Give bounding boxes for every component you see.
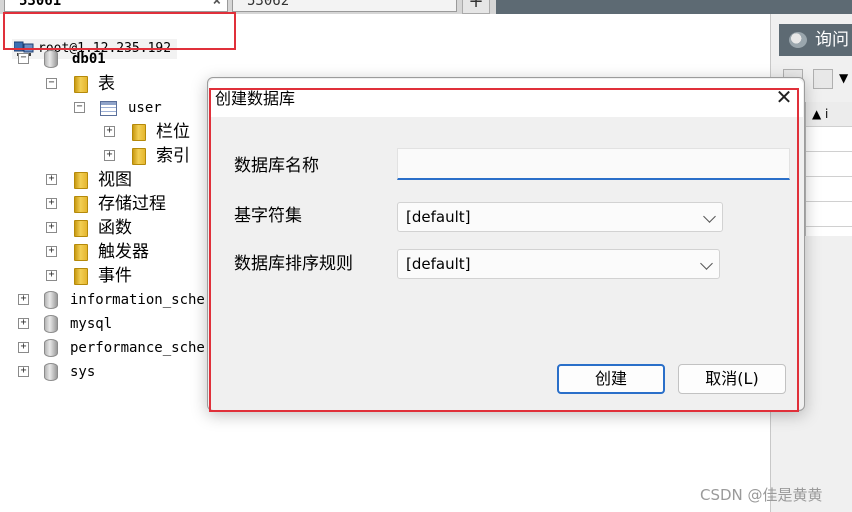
expand-icon[interactable]: + (18, 366, 29, 377)
close-icon[interactable]: × (213, 0, 221, 12)
grid-column-header[interactable]: ▲ i (806, 102, 852, 127)
folder-icon (132, 124, 146, 141)
expand-icon[interactable]: + (18, 318, 29, 329)
tree-node-tables[interactable]: − 表 (46, 73, 226, 95)
collation-label: 数据库排序规则 (234, 254, 353, 274)
query-panel-title: 询问 (815, 30, 849, 50)
folder-icon (74, 220, 88, 237)
folder-icon (132, 148, 146, 165)
tree-node-information-schema[interactable]: + information_sche (18, 289, 208, 311)
expand-icon[interactable]: + (18, 342, 29, 353)
folder-icon (74, 172, 88, 189)
tab-label: 53061 (19, 0, 62, 9)
node-label: 视图 (98, 170, 132, 190)
tab-label: 53062 (247, 0, 290, 9)
tree-node-mysql[interactable]: + mysql (18, 313, 208, 335)
charset-label: 基字符集 (234, 206, 302, 226)
tree-node-procedures[interactable]: + 存储过程 (46, 193, 216, 215)
folder-icon (74, 76, 88, 93)
new-tab-button[interactable]: + (462, 0, 490, 14)
expand-icon[interactable]: + (46, 246, 57, 257)
expand-icon[interactable]: + (104, 126, 115, 137)
tabstrip-right-area (496, 0, 852, 14)
create-database-dialog: 创建数据库 ✕ 数据库名称 基字符集 [default] 数据库排序规则 [de… (207, 77, 805, 411)
charset-select[interactable]: [default] (397, 202, 723, 232)
export-icon[interactable] (813, 69, 833, 89)
table-icon (100, 101, 117, 116)
folder-icon (74, 244, 88, 261)
node-label: 事件 (98, 266, 132, 286)
database-icon (44, 339, 58, 357)
tree-node-functions[interactable]: + 函数 (46, 217, 216, 239)
node-label: 函数 (98, 218, 132, 238)
chevron-down-icon (703, 210, 716, 223)
close-icon[interactable]: ✕ (769, 83, 799, 111)
expand-icon[interactable]: + (104, 150, 115, 161)
chevron-down-icon (700, 257, 713, 270)
tree-node-events[interactable]: + 事件 (46, 265, 216, 287)
grid-row[interactable] (806, 177, 852, 202)
db-name-input[interactable] (397, 148, 790, 180)
collapse-icon[interactable]: − (46, 78, 57, 89)
connection-highlight-box (3, 12, 236, 50)
query-panel-header[interactable]: 询问 (779, 24, 852, 56)
tab-53061[interactable]: 53061 × (4, 0, 228, 12)
grid-row[interactable] (806, 202, 852, 227)
tree-node-db01[interactable]: − db01 (18, 48, 218, 70)
node-label: user (128, 100, 162, 116)
grid-row[interactable] (806, 127, 852, 152)
node-label: information_sche (70, 292, 205, 308)
query-icon (789, 32, 807, 48)
dropdown-arrow-icon[interactable]: ▼ (839, 71, 848, 85)
database-icon (44, 315, 58, 333)
charset-value: [default] (406, 208, 471, 226)
dialog-titlebar[interactable]: 创建数据库 ✕ (209, 79, 803, 117)
folder-icon (74, 196, 88, 213)
collation-value: [default] (406, 255, 471, 273)
expand-icon[interactable]: + (46, 174, 57, 185)
node-label: 索引 (156, 146, 190, 166)
result-grid: ▲ i (805, 102, 852, 236)
tree-node-sys[interactable]: + sys (18, 361, 208, 383)
node-label: 存储过程 (98, 194, 166, 214)
tab-53062[interactable]: 53062 (232, 0, 457, 12)
tree-node-views[interactable]: + 视图 (46, 169, 216, 191)
cancel-button[interactable]: 取消(L) (678, 364, 786, 394)
folder-icon (74, 268, 88, 285)
grid-row[interactable] (806, 152, 852, 177)
expand-icon[interactable]: + (46, 198, 57, 209)
expand-icon[interactable]: + (46, 270, 57, 281)
database-icon (44, 363, 58, 381)
tree-node-columns[interactable]: + 栏位 (104, 121, 224, 143)
node-label: db01 (72, 51, 106, 67)
node-label: sys (70, 364, 96, 380)
node-label: 触发器 (98, 242, 149, 262)
db-name-label: 数据库名称 (234, 156, 319, 176)
dialog-title: 创建数据库 (215, 89, 296, 108)
collation-select[interactable]: [default] (397, 249, 720, 279)
node-label: 栏位 (156, 122, 190, 142)
create-button[interactable]: 创建 (557, 364, 665, 394)
collapse-icon[interactable]: − (74, 102, 85, 113)
tree-node-triggers[interactable]: + 触发器 (46, 241, 216, 263)
tree-node-user[interactable]: − user (74, 97, 224, 119)
node-label: 表 (98, 74, 115, 94)
database-icon (44, 291, 58, 309)
database-icon (44, 50, 58, 68)
watermark: CSDN @佳是黄黄 (700, 486, 823, 504)
expand-icon[interactable]: + (18, 294, 29, 305)
expand-icon[interactable]: + (46, 222, 57, 233)
tree-node-performance-schema[interactable]: + performance_sche (18, 337, 208, 359)
node-label: performance_sche (70, 340, 205, 356)
tree-node-indexes[interactable]: + 索引 (104, 145, 224, 167)
node-label: mysql (70, 316, 113, 332)
collapse-icon[interactable]: − (18, 53, 29, 64)
